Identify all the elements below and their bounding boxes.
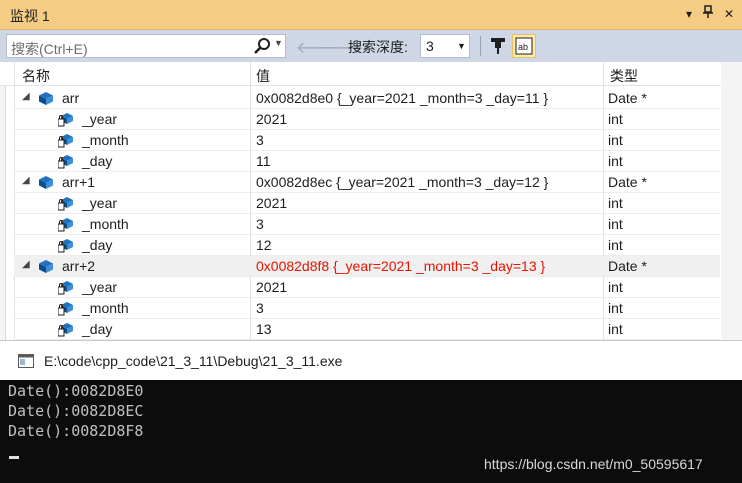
watch-row-member[interactable]: _year 2021 int [14, 277, 720, 298]
column-header-name[interactable]: 名称 [22, 66, 50, 86]
watch-row-name: _month [82, 132, 129, 148]
watch-row-member[interactable]: _month 3 int [14, 214, 720, 235]
search-depth-label: 搜索深度: [348, 39, 408, 55]
watch-row-parent[interactable]: ◢ arr 0x0082d8e0 {_year=2021 _month=3 _day… [14, 88, 720, 109]
watch-row-type: int [608, 321, 623, 337]
panel-title: 监视 1 [10, 8, 50, 24]
watch-row-name: arr [62, 90, 80, 106]
watch-row-type: Date * [608, 258, 647, 274]
watch-row-type: int [608, 195, 623, 211]
svg-text:ab: ab [518, 42, 528, 52]
watch-row-name: _day [82, 153, 113, 169]
console-line: Date():0082D8F8 [8, 422, 144, 440]
watch-row-value[interactable]: 3 [256, 300, 264, 316]
watch-panel-titlebar: 监视 1 ▾ ✕ [0, 0, 742, 30]
chevron-down-icon: ▼ [457, 41, 466, 51]
search-depth-value: 3 [426, 38, 434, 54]
watch-row-type: int [608, 300, 623, 316]
watch-row-member[interactable]: _year 2021 int [14, 193, 720, 214]
grid-left-gutter [0, 86, 6, 340]
filter-pin-icon[interactable] [486, 34, 510, 58]
watermark: https://blog.csdn.net/m0_50595617 [484, 456, 703, 472]
member-field-icon [57, 154, 74, 169]
member-field-icon [57, 196, 74, 211]
watch-row-value[interactable]: 3 [256, 132, 264, 148]
hex-display-icon[interactable]: ab [512, 34, 536, 58]
watch-row-value[interactable]: 2021 [256, 111, 287, 127]
member-field-icon [57, 322, 74, 337]
watch-row-name: _year [82, 195, 118, 211]
watch-row-type: int [608, 279, 623, 295]
watch-row-type: int [608, 132, 623, 148]
console-output[interactable]: Date():0082D8E0 Date():0082D8EC Date():0… [0, 380, 742, 483]
watch-row-type: Date * [608, 174, 647, 190]
watch-row-value[interactable]: 11 [256, 153, 271, 169]
column-header-value[interactable]: 值 [256, 66, 270, 86]
console-window-titlebar: E:\code\cpp_code\21_3_11\Debug\21_3_11.e… [0, 340, 742, 380]
column-header-type[interactable]: 类型 [610, 66, 638, 86]
console-line: Date():0082D8EC [8, 402, 144, 420]
toolbar-separator [480, 36, 481, 56]
search-icon[interactable] [251, 35, 273, 57]
watch-row-type: Date * [608, 90, 647, 106]
console-cursor [9, 456, 19, 459]
member-field-icon [57, 133, 74, 148]
member-field-icon [57, 280, 74, 295]
watch-toolbar: 搜索(Ctrl+E) ▼ 🡐 🡒 搜索深度: 3 ▼ ab [0, 30, 742, 62]
object-icon [38, 175, 54, 190]
watch-row-name: arr+2 [62, 258, 96, 274]
member-field-icon [57, 112, 74, 127]
watch-row-parent[interactable]: ◢ arr+2 0x0082d8f8 {_year=2021 _month=3 _d… [14, 256, 720, 277]
vertical-scrollbar[interactable] [721, 62, 742, 340]
pin-icon[interactable] [699, 5, 717, 23]
object-icon [38, 91, 54, 106]
watch-row-name: _month [82, 300, 129, 316]
watch-row-value[interactable]: 2021 [256, 279, 287, 295]
watch-row-value[interactable]: 0x0082d8ec {_year=2021 _month=3 _day=12 … [256, 174, 548, 190]
watch-row-member[interactable]: _year 2021 int [14, 109, 720, 130]
collapse-arrow-icon[interactable]: ◢ [22, 91, 30, 102]
watch-row-name: _day [82, 321, 113, 337]
watch-row-value[interactable]: 0x0082d8e0 {_year=2021 _month=3 _day=11 … [256, 90, 548, 106]
watch-row-name: _year [82, 279, 118, 295]
watch-row-member[interactable]: _day 13 int [14, 319, 720, 340]
collapse-arrow-icon[interactable]: ◢ [22, 259, 30, 270]
watch-row-parent[interactable]: ◢ arr+1 0x0082d8ec {_year=2021 _month=3 _d… [14, 172, 720, 193]
object-icon [38, 259, 54, 274]
watch-row-value[interactable]: 0x0082d8f8 {_year=2021 _month=3 _day=13 … [256, 258, 545, 274]
watch-row-value[interactable]: 12 [256, 237, 272, 253]
watch-row-name: _month [82, 216, 129, 232]
watch-row-name: _day [82, 237, 113, 253]
watch-grid: 名称 值 类型 ◢ arr 0x0082d8e0 {_year=2021 _mont… [0, 62, 742, 340]
watch-row-name: _year [82, 111, 118, 127]
watch-row-name: arr+1 [62, 174, 96, 190]
console-app-icon [18, 354, 34, 368]
member-field-icon [57, 238, 74, 253]
member-field-icon [57, 217, 74, 232]
watch-row-type: int [608, 237, 623, 253]
console-window-title: E:\code\cpp_code\21_3_11\Debug\21_3_11.e… [44, 353, 343, 369]
watch-row-member[interactable]: _day 11 int [14, 151, 720, 172]
search-input[interactable]: 搜索(Ctrl+E) ▼ [6, 34, 286, 58]
grid-header: 名称 值 类型 [0, 62, 742, 86]
close-icon[interactable]: ✕ [720, 5, 738, 23]
watch-row-member[interactable]: _day 12 int [14, 235, 720, 256]
search-depth-select[interactable]: 3 ▼ [420, 34, 470, 58]
console-line: Date():0082D8E0 [8, 382, 144, 400]
watch-row-type: int [608, 216, 623, 232]
collapse-arrow-icon[interactable]: ◢ [22, 175, 30, 186]
watch-row-member[interactable]: _month 3 int [14, 130, 720, 151]
watch-row-type: int [608, 111, 623, 127]
member-field-icon [57, 301, 74, 316]
watch-row-value[interactable]: 2021 [256, 195, 287, 211]
watch-row-value[interactable]: 13 [256, 321, 272, 337]
watch-row-type: int [608, 153, 623, 169]
search-options-chevron-icon[interactable]: ▼ [274, 38, 283, 48]
watch-row-value[interactable]: 3 [256, 216, 264, 232]
search-placeholder: 搜索(Ctrl+E) [11, 41, 88, 57]
chevron-down-icon[interactable]: ▾ [680, 5, 698, 23]
watch-row-member[interactable]: _month 3 int [14, 298, 720, 319]
